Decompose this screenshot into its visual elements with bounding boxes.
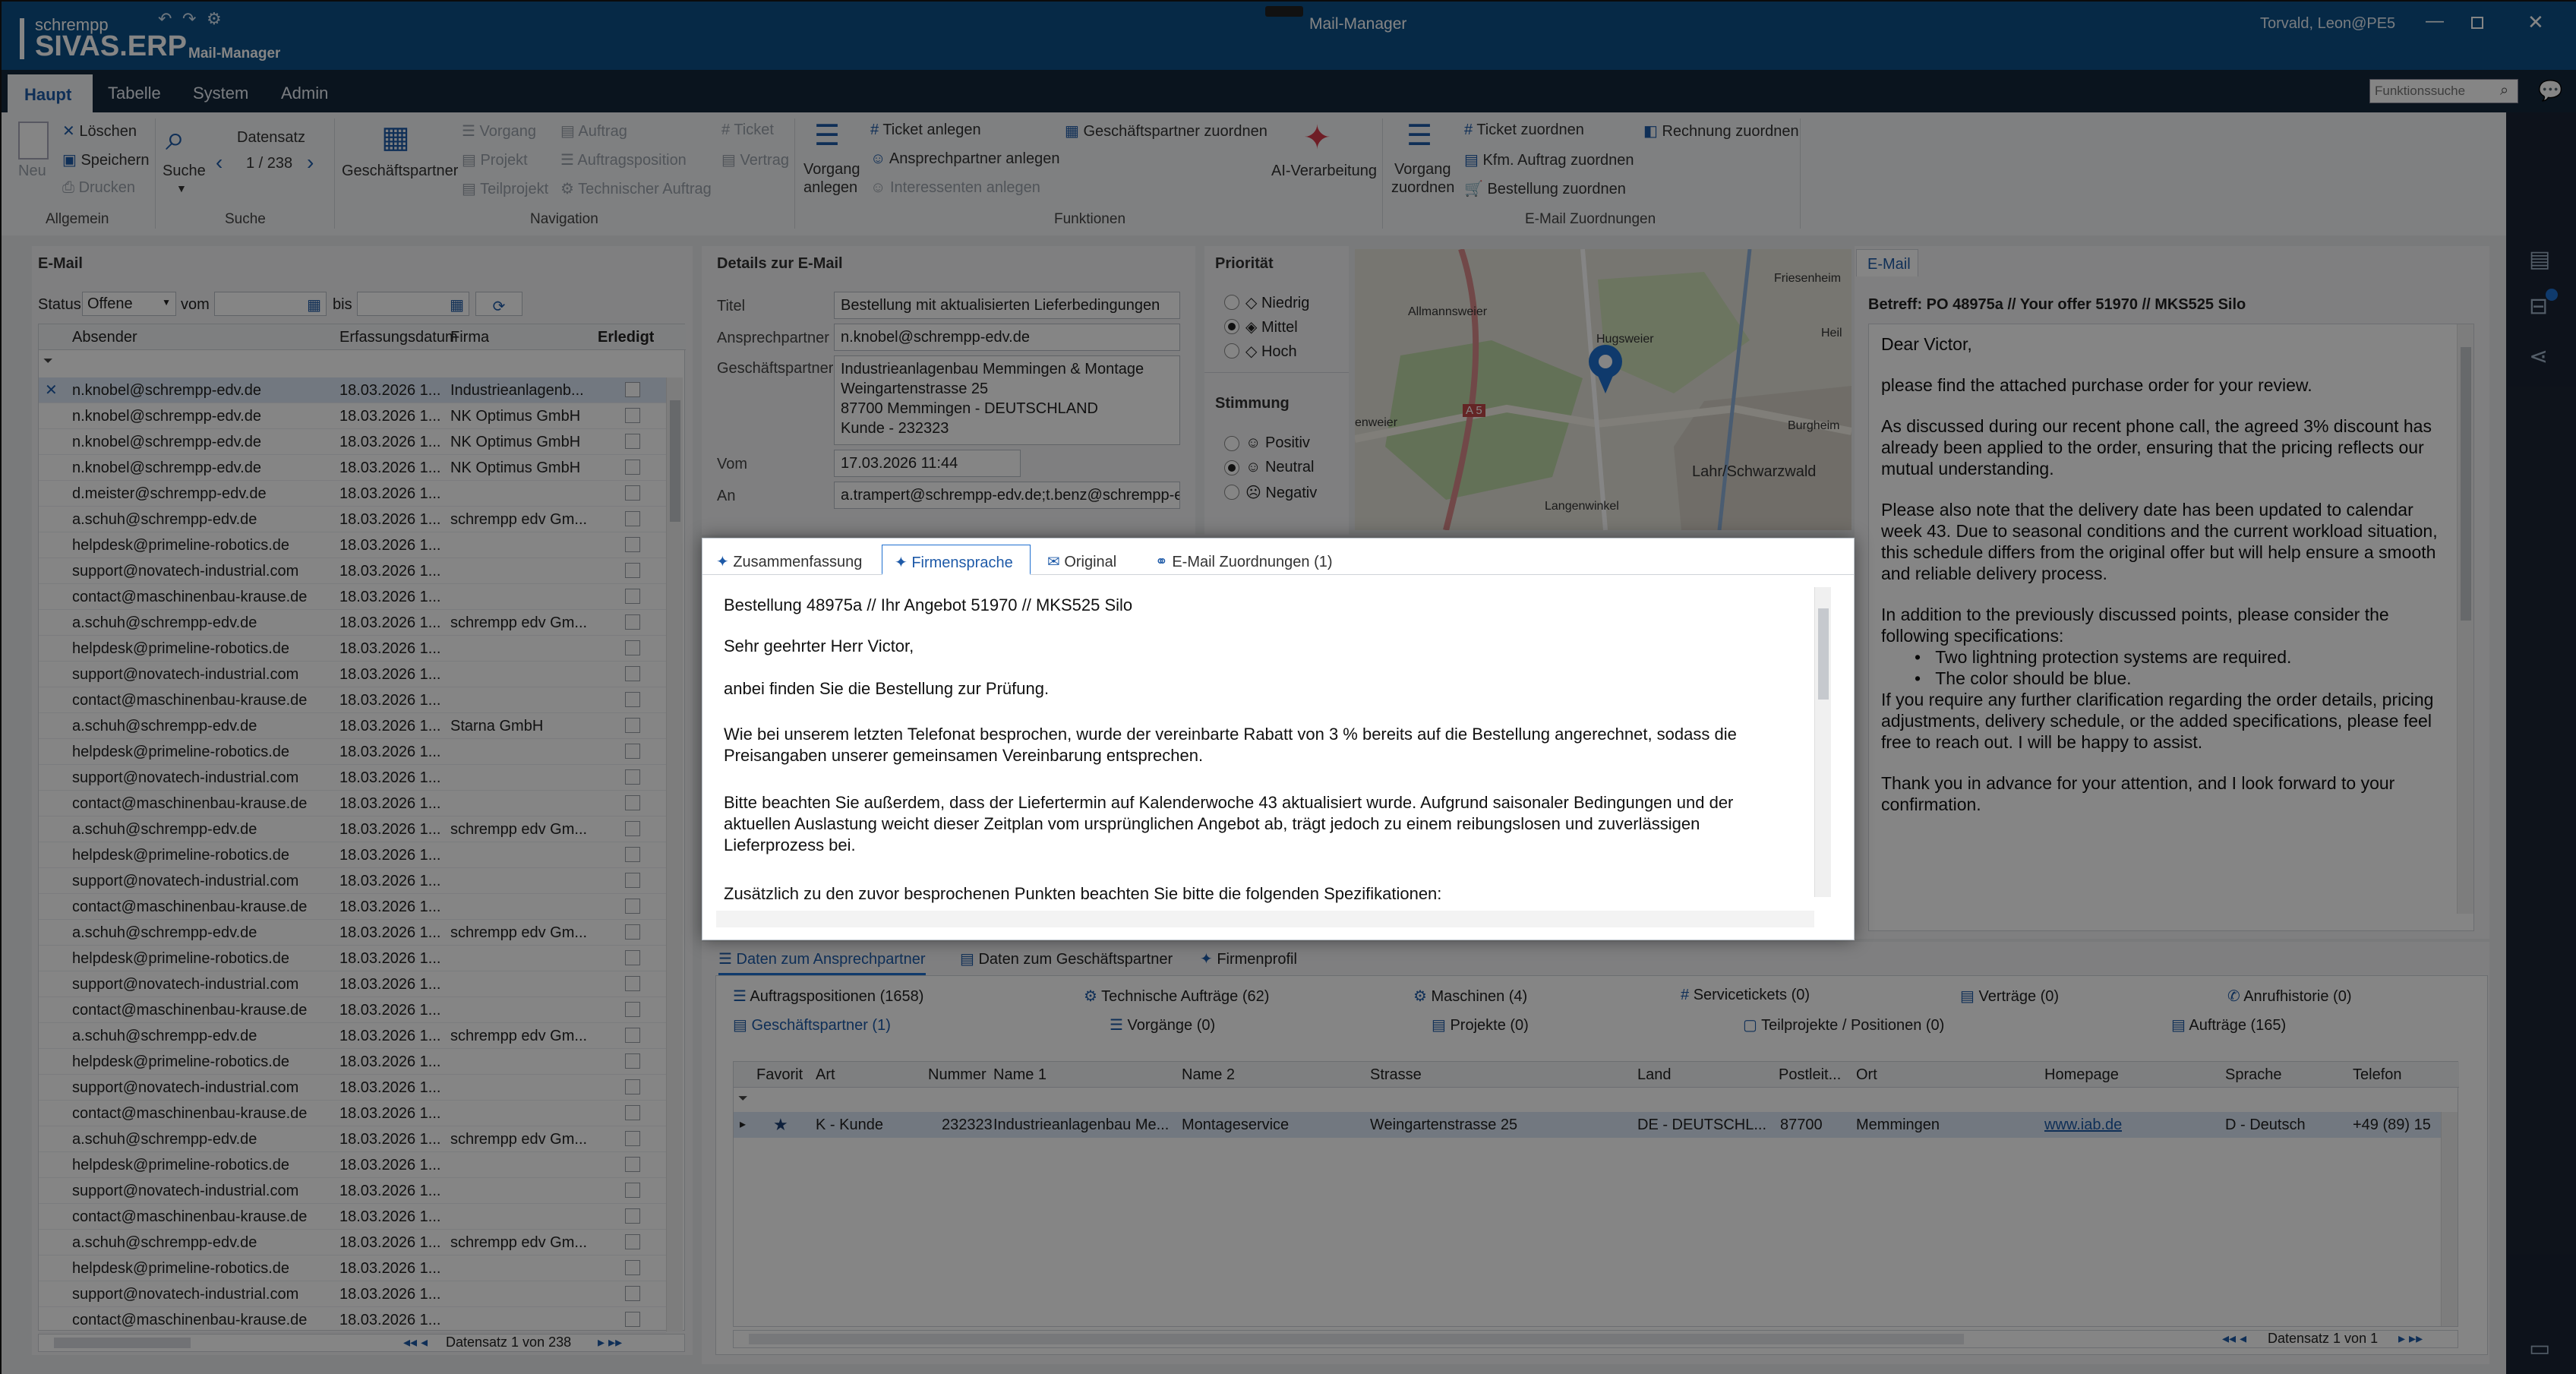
tab-summary-label: Zusammenfassung — [733, 554, 863, 570]
language-modal: ✦ Zusammenfassung ✦ Firmensprache ✉ Orig… — [702, 538, 1855, 940]
modal-scrollbar[interactable] — [1814, 587, 1831, 897]
sparkle-icon: ✦ — [716, 554, 729, 570]
tab-original[interactable]: ✉ Original — [1047, 552, 1116, 571]
tab-mail-assignments-label: E-Mail Zuordnungen (1) — [1172, 554, 1333, 570]
translated-greeting: Sehr geehrter Herr Victor, — [724, 636, 914, 655]
modal-scroll-thumb[interactable] — [1818, 608, 1829, 700]
translated-paragraph: anbei finden Sie die Bestellung zur Prüf… — [724, 679, 1050, 698]
tab-company-language-inner: ✦ Firmensprache — [895, 553, 1013, 572]
tab-company-language-label: Firmensprache — [911, 554, 1013, 571]
modal-content: Bestellung 48975a // Ihr Angebot 51970 /… — [716, 587, 1837, 908]
sparkle-icon: ✦ — [895, 554, 908, 571]
translated-paragraph: Bitte beachten Sie außerdem, dass der Li… — [724, 793, 1734, 854]
link-icon: ⚭ — [1155, 554, 1168, 570]
translated-paragraph: Wie bei unserem letzten Telefonat bespro… — [724, 725, 1737, 765]
mail-icon: ✉ — [1047, 554, 1060, 570]
tab-summary[interactable]: ✦ Zusammenfassung — [716, 552, 862, 571]
modal-h-scrollbar[interactable] — [716, 911, 1814, 927]
tab-company-language[interactable]: ✦ Firmensprache — [882, 545, 1031, 575]
app-window: schrempp SIVAS.ERP Mail-Manager ↶ ↷ ⚙ Ma… — [2, 2, 2576, 1374]
tab-original-label: Original — [1064, 554, 1117, 570]
modal-tab-bar: ✦ Zusammenfassung ✦ Firmensprache ✉ Orig… — [702, 539, 1854, 575]
translated-subject: Bestellung 48975a // Ihr Angebot 51970 /… — [724, 595, 1133, 614]
tab-mail-assignments[interactable]: ⚭ E-Mail Zuordnungen (1) — [1155, 552, 1333, 571]
translated-paragraph: Zusätzlich zu den zuvor besprochenen Pun… — [724, 884, 1442, 903]
